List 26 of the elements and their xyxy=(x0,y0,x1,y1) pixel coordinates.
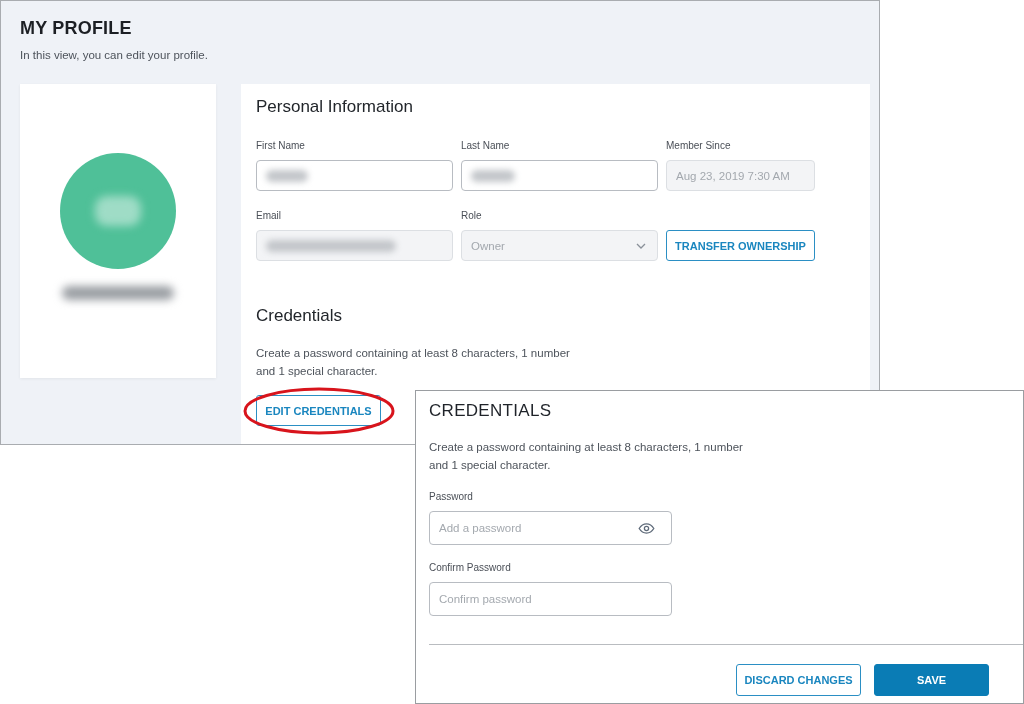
page-title: MY PROFILE xyxy=(20,17,133,39)
field-label: Role xyxy=(461,209,482,222)
field-label: First Name xyxy=(256,139,305,152)
field-label: Email xyxy=(256,209,281,222)
field-label: Password xyxy=(429,490,473,503)
transfer-ownership-button[interactable]: TRANSFER OWNERSHIP xyxy=(666,230,815,261)
password-field[interactable]: Confirm password xyxy=(429,582,672,616)
credentials-description: Create a password containing at least 8 characters, 1 number and 1 special character. xyxy=(256,346,571,379)
section-heading: Personal Information xyxy=(256,96,414,118)
section-heading: Credentials xyxy=(256,305,343,327)
dialog-description: Create a password containing at least 8 characters, 1 number and 1 special character. xyxy=(429,440,744,473)
field-label: Confirm Password xyxy=(429,561,511,574)
password-field[interactable]: Add a password xyxy=(429,511,672,545)
dialog-title: CREDENTIALS xyxy=(429,400,553,422)
eye-icon[interactable] xyxy=(638,522,655,534)
input-field[interactable] xyxy=(461,160,658,191)
blurred-text xyxy=(266,169,308,182)
chevron-down-icon xyxy=(636,242,646,249)
discard-button[interactable]: DISCARD CHANGES xyxy=(736,664,861,696)
blurred-text xyxy=(471,169,515,182)
page-subtitle: In this view, you can edit your profile. xyxy=(20,48,209,63)
input-field[interactable] xyxy=(256,160,453,191)
field-label: Member Since xyxy=(666,139,731,152)
edit-credentials-button[interactable]: EDIT CREDENTIALS xyxy=(256,395,381,426)
field-label: Last Name xyxy=(461,139,510,152)
save-button[interactable]: SAVE xyxy=(874,664,989,696)
